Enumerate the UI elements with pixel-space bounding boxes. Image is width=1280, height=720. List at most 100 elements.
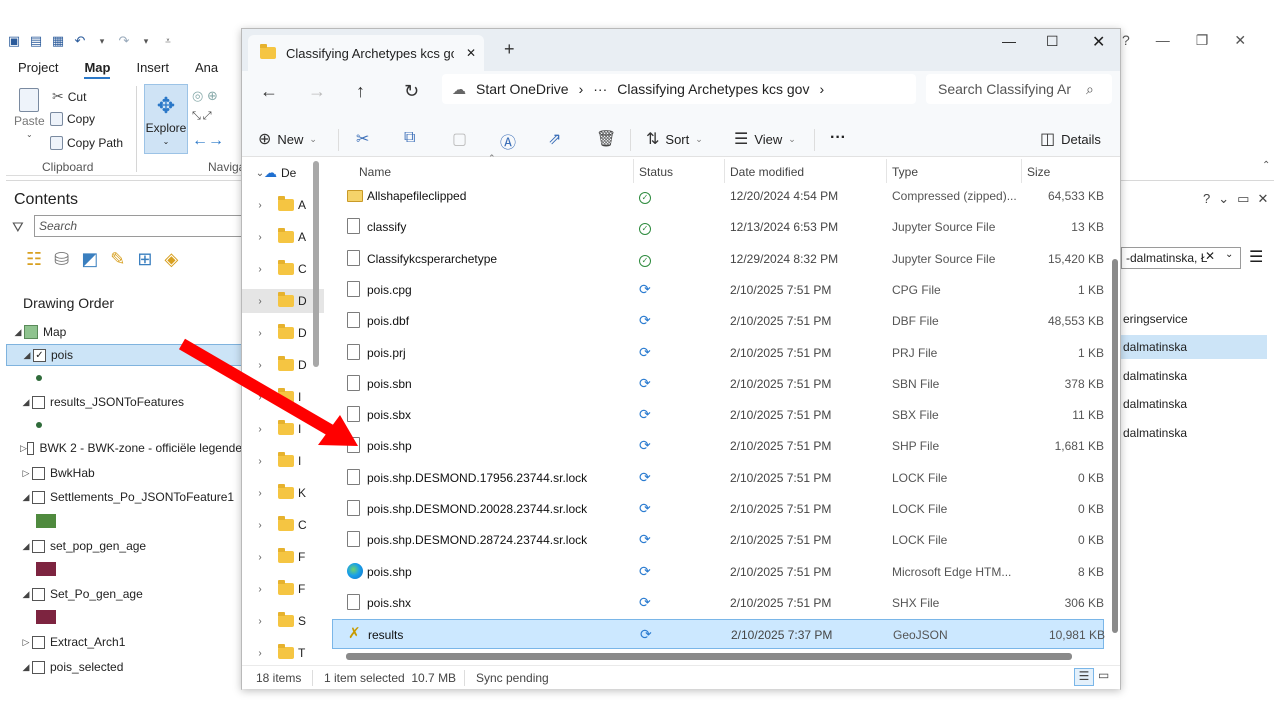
column-divider[interactable]: [724, 159, 725, 183]
help-icon[interactable]: ?: [1122, 32, 1130, 48]
dropdown-icon[interactable]: ▾: [94, 36, 110, 47]
file-row[interactable]: pois.prj ⟳ 2/10/2025 7:51 PM PRJ File 1 KB: [332, 338, 1104, 368]
tab-analysis[interactable]: Ana: [195, 60, 218, 79]
layer-item-bwk2[interactable]: ▷ BWK 2 - BWK-zone - officiële legende: [6, 437, 242, 459]
layer-item-bwkhab[interactable]: ▷ BwkHab: [6, 462, 242, 484]
layer-item-results-jsontofeatures[interactable]: ◢ results_JSONToFeatures: [6, 391, 242, 413]
save-icon[interactable]: ▦: [50, 33, 66, 49]
new-project-icon[interactable]: ▣: [6, 33, 22, 49]
ribbon-collapse-icon[interactable]: ⌃: [1262, 160, 1270, 171]
chevron-right-icon[interactable]: ›: [242, 360, 278, 371]
breadcrumb-item[interactable]: Start OneDrive: [476, 81, 569, 97]
forward-icon[interactable]: →: [308, 81, 326, 102]
nav-folder-item[interactable]: › F: [242, 577, 324, 601]
customize-icon[interactable]: ⩡: [160, 36, 176, 47]
file-row[interactable]: pois.dbf ⟳ 2/10/2025 7:51 PM DBF File 48,553…: [332, 306, 1104, 336]
close-icon[interactable]: ✕: [1257, 191, 1268, 207]
chevron-right-icon[interactable]: ›: [242, 200, 278, 211]
list-item[interactable]: dalmatinska: [1121, 364, 1267, 388]
horizontal-scrollbar[interactable]: [346, 653, 1072, 660]
copy-icon[interactable]: ⧉: [404, 129, 415, 147]
nav-folder-item[interactable]: › I: [242, 417, 324, 441]
column-header-name[interactable]: Name: [359, 165, 391, 179]
file-row[interactable]: pois.sbn ⟳ 2/10/2025 7:51 PM SBN File 378 KB: [332, 369, 1104, 399]
list-by-selection-icon[interactable]: ◩: [81, 249, 98, 270]
cut-icon[interactable]: ✂: [356, 129, 369, 149]
full-extent-icon[interactable]: ◎ ⊕: [192, 88, 218, 104]
list-item[interactable]: dalmatinska: [1121, 335, 1267, 359]
chevron-right-icon[interactable]: ›: [242, 616, 278, 627]
layer-item-settlements[interactable]: ◢ Settlements_Po_JSONToFeature1: [6, 486, 242, 508]
collapse-icon[interactable]: ◢: [20, 541, 32, 552]
close-icon[interactable]: ✕: [1234, 32, 1246, 49]
restore-icon[interactable]: ❐: [1196, 32, 1209, 49]
file-row[interactable]: pois.shp.DESMOND.17956.23744.sr.lock ⟳ 2/1…: [332, 463, 1104, 493]
close-tab-icon[interactable]: ✕: [466, 46, 476, 60]
nav-folder-item[interactable]: › C: [242, 257, 324, 281]
nav-folder-item[interactable]: › T: [242, 641, 324, 665]
file-row[interactable]: pois.cpg ⟳ 2/10/2025 7:51 PM CPG File 1 KB: [332, 275, 1104, 305]
nav-folder-item[interactable]: › F: [242, 545, 324, 569]
file-row[interactable]: pois.shp ⟳ 2/10/2025 7:51 PM Microsoft Edge…: [332, 557, 1104, 587]
expand-icon[interactable]: ▷: [20, 468, 32, 479]
map-layer-root[interactable]: ◢ Map: [6, 321, 242, 343]
paste-icon[interactable]: ▢: [452, 129, 467, 149]
nav-folder-item[interactable]: › K: [242, 481, 324, 505]
chevron-right-icon[interactable]: ›: [242, 552, 278, 563]
close-icon[interactable]: ✕: [1092, 32, 1105, 52]
collapse-icon[interactable]: ◢: [20, 662, 32, 673]
list-by-snapping-icon[interactable]: ⊞: [137, 249, 152, 270]
layer-visibility-checkbox[interactable]: [32, 660, 45, 674]
chevron-down-icon[interactable]: ⌄: [1218, 191, 1229, 207]
zoom-icons[interactable]: ⤡⤢: [192, 110, 214, 123]
layer-item-set-pop-gen-age[interactable]: ◢ set_pop_gen_age: [6, 535, 242, 557]
open-project-icon[interactable]: ▤: [28, 33, 44, 49]
layer-visibility-checkbox[interactable]: [32, 490, 45, 504]
nav-folder-item[interactable]: › A: [242, 225, 324, 249]
nav-folder-item[interactable]: › S: [242, 609, 324, 633]
chevron-right-icon[interactable]: ›: [242, 520, 278, 531]
collapse-icon[interactable]: ◢: [20, 397, 32, 408]
nav-folder-item[interactable]: › A: [242, 193, 324, 217]
back-icon[interactable]: ←: [260, 81, 278, 102]
nav-folder-item[interactable]: › I: [242, 385, 324, 409]
vertical-scrollbar[interactable]: [1112, 259, 1118, 633]
list-by-source-icon[interactable]: ⛁: [54, 249, 69, 270]
details-view-icon[interactable]: ☰: [1074, 668, 1094, 686]
nav-folder-item[interactable]: › C: [242, 513, 324, 537]
contents-search-input[interactable]: Search: [34, 215, 244, 237]
nav-item-onedrive[interactable]: ⌄ ☁ De: [242, 161, 324, 185]
column-header-size[interactable]: Size: [1027, 165, 1050, 179]
share-icon[interactable]: ⇗: [548, 129, 561, 149]
up-icon[interactable]: ↑: [356, 81, 365, 102]
column-header-type[interactable]: Type: [892, 165, 918, 179]
layer-visibility-checkbox[interactable]: [26, 441, 35, 455]
maximize-icon[interactable]: ☐: [1046, 33, 1059, 50]
minimize-icon[interactable]: —: [1002, 33, 1016, 49]
file-row[interactable]: pois.shx ⟳ 2/10/2025 7:51 PM SHX File 306 KB: [332, 588, 1104, 618]
column-divider[interactable]: [633, 159, 634, 183]
address-bar[interactable]: ☁ Start OneDrive › ··· Classifying Arche…: [442, 74, 916, 104]
layer-visibility-checkbox[interactable]: [32, 587, 45, 601]
file-row[interactable]: pois.sbx ⟳ 2/10/2025 7:51 PM SBX File 11 KB: [332, 400, 1104, 430]
list-by-labeling-icon[interactable]: ◈: [164, 249, 178, 270]
back-forward-icons[interactable]: ←→: [192, 132, 224, 150]
view-button[interactable]: ☰ View ⌄: [734, 129, 796, 149]
chevron-right-icon[interactable]: ›: [242, 328, 278, 339]
redo-icon[interactable]: ↷: [116, 33, 132, 49]
collapse-icon[interactable]: ◢: [12, 327, 24, 338]
search-input[interactable]: Search Classifying Ar: [926, 74, 1112, 104]
layer-visibility-checkbox[interactable]: [32, 635, 45, 649]
chevron-right-icon[interactable]: ›: [242, 296, 278, 307]
expand-icon[interactable]: ▷: [20, 443, 27, 454]
filter-icon[interactable]: ⛛: [12, 219, 24, 236]
chevron-down-icon[interactable]: ⌄: [1225, 249, 1233, 260]
expand-icon[interactable]: ▷: [20, 637, 32, 648]
list-item[interactable]: dalmatinska: [1121, 421, 1267, 445]
rename-icon[interactable]: Ⓐ: [500, 129, 516, 153]
new-button[interactable]: ⊕ New ⌄: [258, 129, 317, 149]
help-icon[interactable]: ?: [1203, 191, 1210, 207]
tab-map[interactable]: Map: [84, 60, 111, 79]
refresh-icon[interactable]: ↻: [404, 81, 419, 102]
nav-scrollbar[interactable]: [313, 161, 319, 367]
